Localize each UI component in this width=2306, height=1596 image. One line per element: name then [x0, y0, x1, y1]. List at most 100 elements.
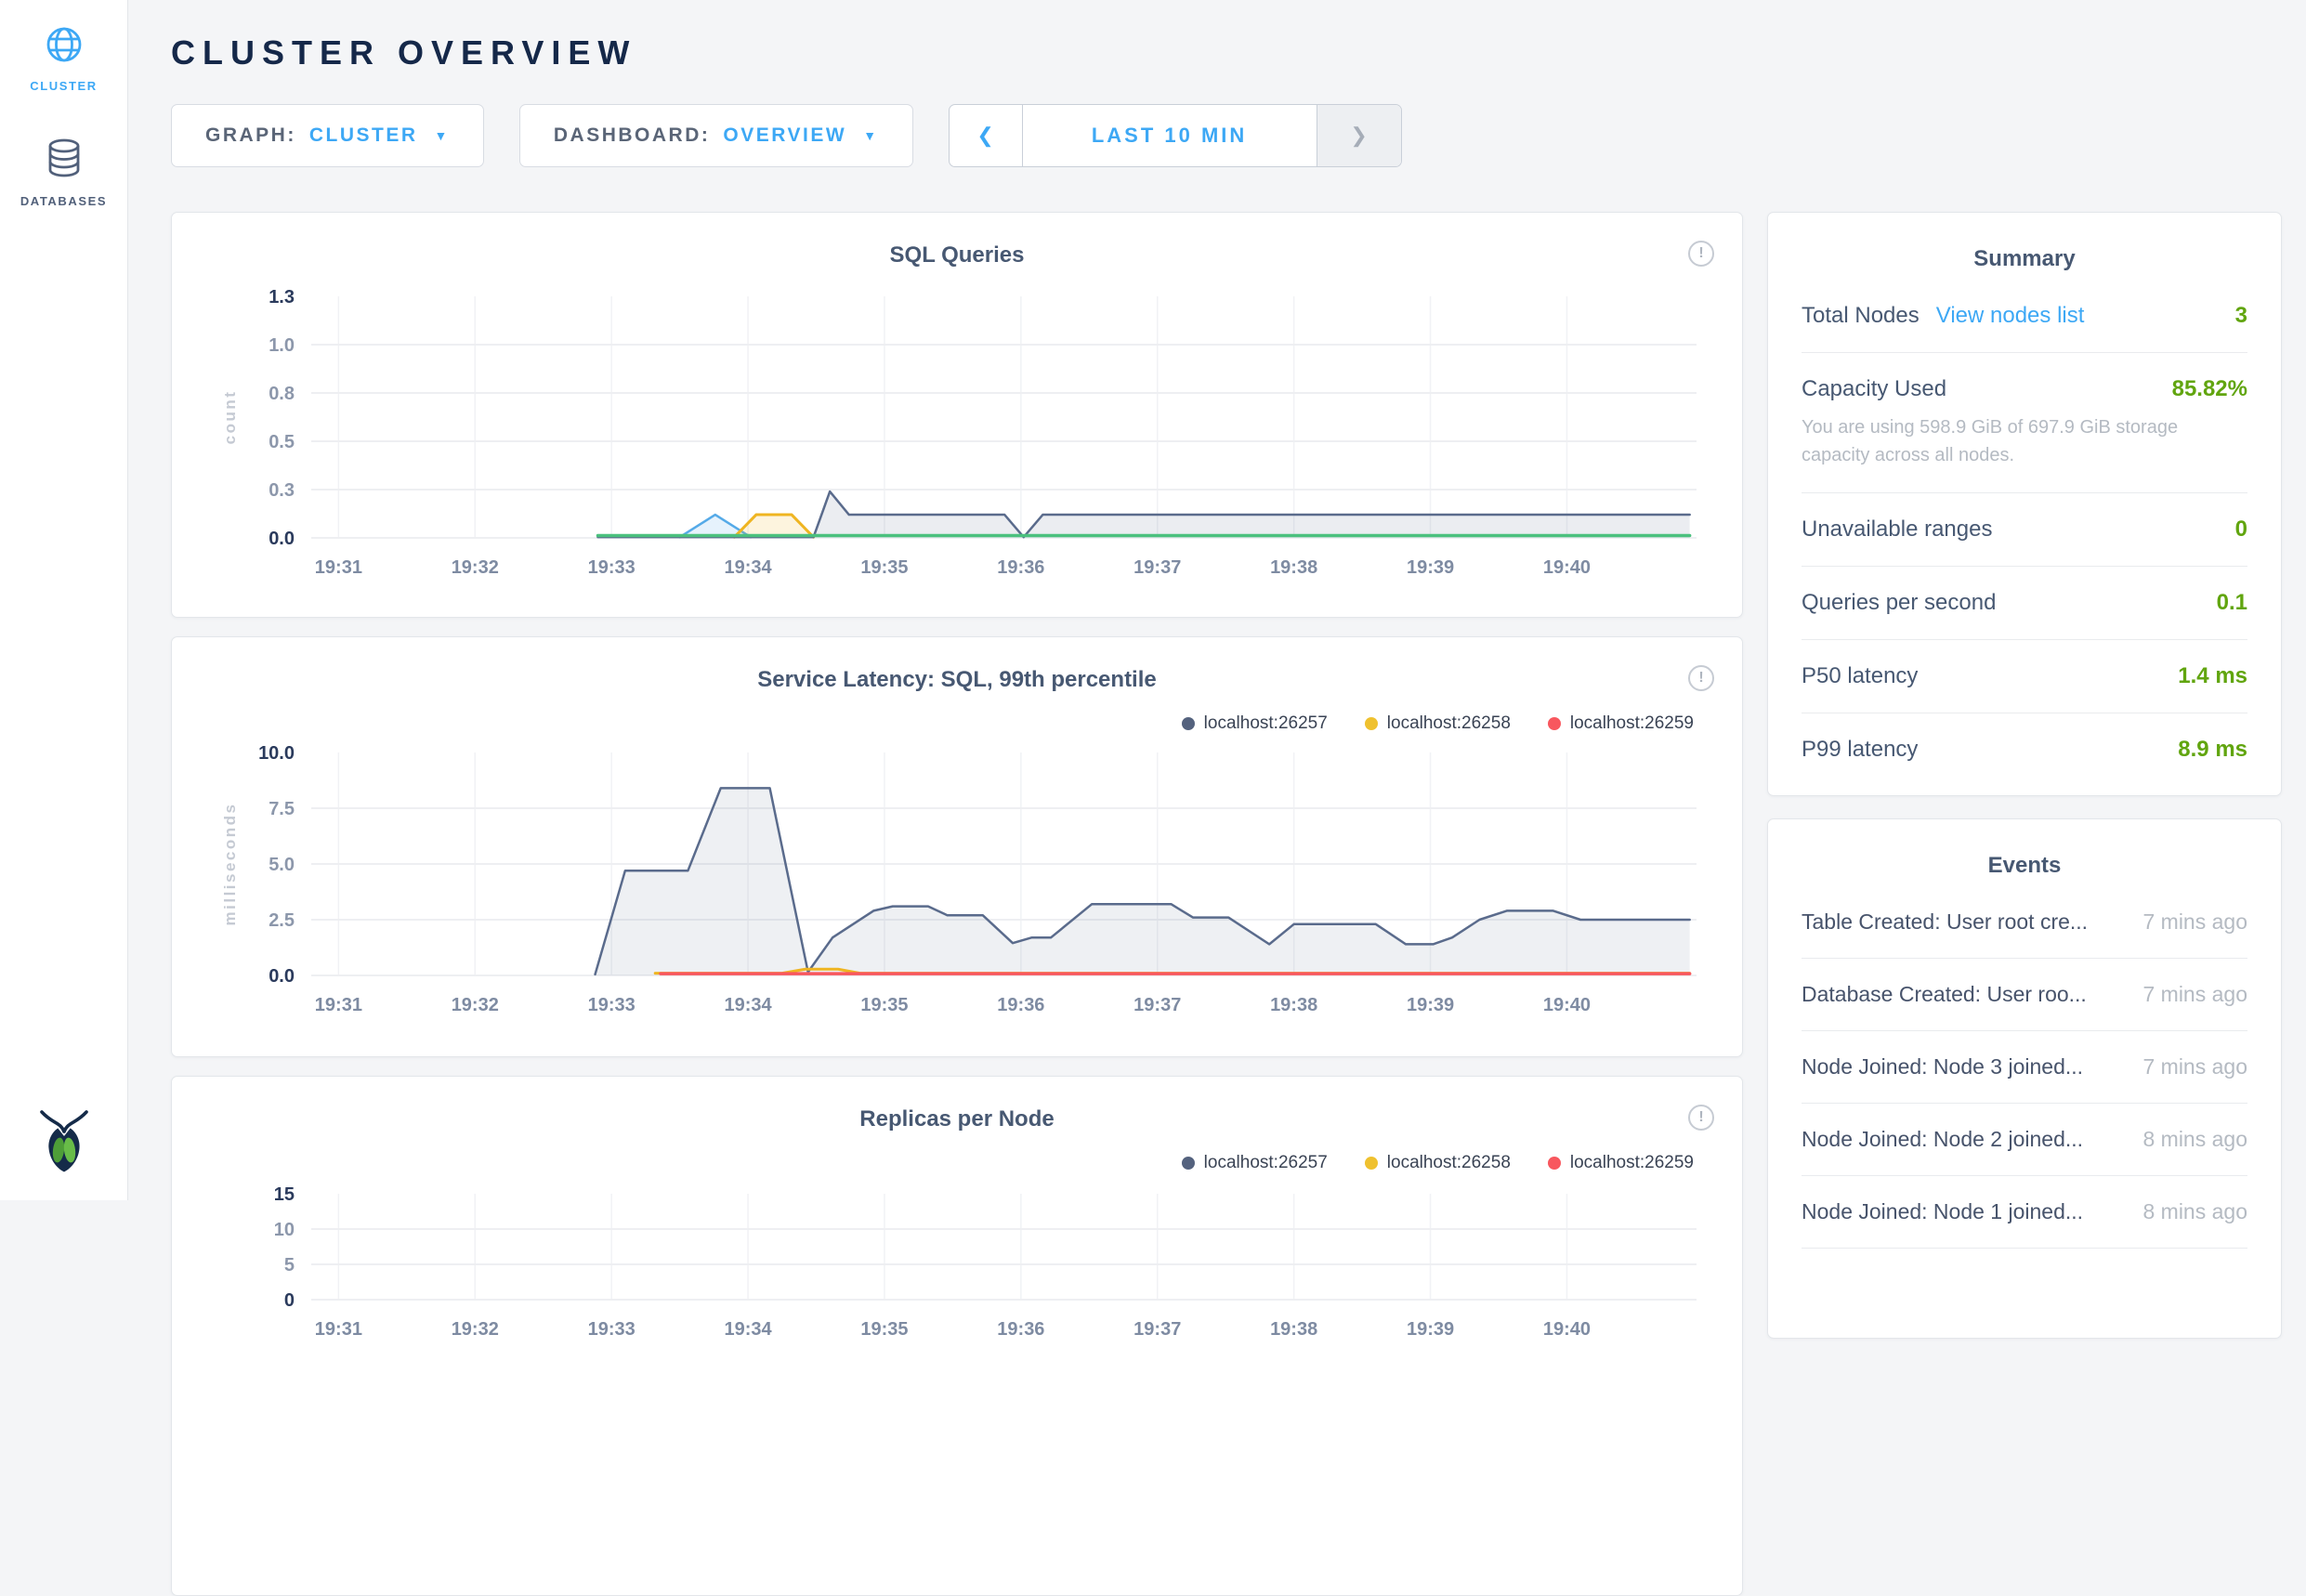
svg-text:1.0: 1.0 — [269, 335, 295, 356]
time-range-prev-button[interactable]: ❮ — [950, 105, 1023, 166]
legend-item[interactable]: localhost:26258 — [1365, 713, 1511, 734]
svg-text:19:37: 19:37 — [1133, 1319, 1181, 1340]
time-range-next-button[interactable]: ❯ — [1317, 105, 1401, 166]
svg-text:0.3: 0.3 — [269, 480, 295, 501]
capacity-label: Capacity Used — [1802, 376, 1946, 402]
legend-item[interactable]: localhost:26257 — [1182, 1153, 1328, 1173]
event-time: 8 mins ago — [2142, 1199, 2247, 1224]
sidebar: CLUSTER DATABASES — [0, 0, 128, 1200]
svg-text:0: 0 — [284, 1290, 295, 1311]
svg-text:5.0: 5.0 — [269, 855, 295, 875]
event-title: Node Joined: Node 1 joined... — [1802, 1199, 2083, 1224]
sidebar-item-cluster[interactable]: CLUSTER — [0, 24, 127, 93]
svg-text:19:33: 19:33 — [588, 1319, 635, 1340]
svg-text:19:39: 19:39 — [1407, 995, 1454, 1015]
svg-text:19:32: 19:32 — [452, 1319, 499, 1340]
legend-item[interactable]: localhost:26257 — [1182, 713, 1328, 734]
event-row: Node Joined: Node 2 joined... 8 mins ago — [1802, 1104, 2247, 1176]
graph-dropdown[interactable]: GRAPH: CLUSTER ▼ — [171, 104, 484, 167]
summary-row-total-nodes: Total Nodes View nodes list 3 — [1802, 280, 2247, 353]
chart-card-replicas-per-node: Replicas per Node!localhost:26257localho… — [171, 1076, 1743, 1596]
side-column: Summary Total Nodes View nodes list 3 Ca… — [1767, 212, 2282, 1339]
svg-text:0.5: 0.5 — [269, 432, 295, 452]
page-title: CLUSTER OVERVIEW — [171, 33, 2282, 72]
time-range-value[interactable]: LAST 10 MIN — [1023, 105, 1317, 166]
legend-dot-icon — [1365, 717, 1378, 730]
chart-card-service-latency: Service Latency: SQL, 99th percentile! lo… — [171, 636, 1743, 1057]
dashboard-dropdown-value: OVERVIEW — [723, 124, 846, 147]
legend-label: localhost:26259 — [1570, 1153, 1694, 1173]
summary-panel: Summary Total Nodes View nodes list 3 Ca… — [1767, 212, 2282, 796]
svg-text:19:36: 19:36 — [997, 557, 1044, 578]
info-icon[interactable]: ! — [1688, 665, 1714, 691]
legend-label: localhost:26258 — [1387, 713, 1511, 734]
legend-item[interactable]: localhost:26259 — [1548, 1153, 1694, 1173]
summary-row-label: Unavailable ranges — [1802, 517, 1992, 543]
event-title: Database Created: User roo... — [1802, 982, 2087, 1007]
chart-legend: localhost:26257 localhost:26258 localhost:… — [198, 713, 1694, 734]
chart-card-sql-queries: SQL Queries!1.31.00.80.50.30.0count19:31… — [171, 212, 1743, 618]
cockroachdb-logo-icon — [35, 1106, 93, 1178]
legend-label: localhost:26259 — [1570, 713, 1694, 734]
svg-text:19:34: 19:34 — [724, 557, 772, 578]
summary-row-value: 1.4 ms — [2178, 663, 2247, 689]
svg-text:19:36: 19:36 — [997, 995, 1044, 1015]
capacity-caption: You are using 598.9 GiB of 697.9 GiB sto… — [1802, 413, 2220, 469]
graph-dropdown-value: CLUSTER — [309, 124, 418, 147]
svg-text:19:32: 19:32 — [452, 557, 499, 578]
view-nodes-list-link[interactable]: View nodes list — [1936, 303, 2085, 329]
event-title: Node Joined: Node 2 joined... — [1802, 1127, 2083, 1152]
chart-title: Replicas per Node — [198, 1106, 1716, 1132]
info-icon[interactable]: ! — [1688, 241, 1714, 267]
svg-text:milliseconds: milliseconds — [221, 803, 239, 926]
svg-text:19:35: 19:35 — [860, 995, 908, 1015]
event-time: 7 mins ago — [2142, 1054, 2247, 1079]
events-heading: Events — [1802, 853, 2247, 879]
sidebar-item-databases[interactable]: DATABASES — [0, 137, 127, 208]
svg-text:19:39: 19:39 — [1407, 557, 1454, 578]
total-nodes-label: Total Nodes — [1802, 303, 1919, 329]
summary-row-value: 0 — [2235, 517, 2247, 543]
content-area: SQL Queries!1.31.00.80.50.30.0count19:31… — [171, 212, 2282, 1596]
event-time: 7 mins ago — [2142, 982, 2247, 1007]
time-range-selector: ❮ LAST 10 MIN ❯ — [949, 104, 1402, 167]
event-time: 7 mins ago — [2142, 909, 2247, 935]
legend-item[interactable]: localhost:26258 — [1365, 1153, 1511, 1173]
chart-title: Service Latency: SQL, 99th percentile — [198, 667, 1716, 693]
svg-text:15: 15 — [274, 1184, 295, 1205]
svg-text:19:39: 19:39 — [1407, 1319, 1454, 1340]
svg-text:19:38: 19:38 — [1270, 557, 1317, 578]
dashboard-dropdown[interactable]: DASHBOARD: OVERVIEW ▼ — [519, 104, 913, 167]
summary-row-value: 0.1 — [2217, 590, 2247, 616]
svg-text:5: 5 — [284, 1255, 295, 1275]
svg-text:19:31: 19:31 — [315, 995, 362, 1015]
svg-text:19:35: 19:35 — [860, 557, 908, 578]
main-content: CLUSTER OVERVIEW GRAPH: CLUSTER ▼ DASHBO… — [128, 0, 2306, 1200]
svg-text:2.5: 2.5 — [269, 910, 295, 931]
globe-icon — [44, 53, 85, 69]
svg-text:19:37: 19:37 — [1133, 995, 1181, 1015]
legend-item[interactable]: localhost:26259 — [1548, 713, 1694, 734]
chevron-left-icon: ❮ — [976, 124, 993, 148]
sidebar-item-label: DATABASES — [0, 194, 127, 208]
charts-column: SQL Queries!1.31.00.80.50.30.0count19:31… — [171, 212, 1743, 1596]
chart-title: SQL Queries — [198, 242, 1716, 268]
legend-label: localhost:26258 — [1387, 1153, 1511, 1173]
summary-row-label: P50 latency — [1802, 663, 1918, 689]
legend-dot-icon — [1365, 1157, 1378, 1170]
chart-plot: 1.31.00.80.50.30.0count19:3119:3219:3319… — [198, 283, 1717, 590]
info-icon[interactable]: ! — [1688, 1105, 1714, 1131]
chart-plot: 15105019:3119:3219:3319:3419:3519:3619:3… — [198, 1181, 1717, 1552]
event-title: Table Created: User root cre... — [1802, 909, 2088, 935]
svg-text:1.3: 1.3 — [269, 287, 295, 307]
svg-text:19:33: 19:33 — [588, 557, 635, 578]
summary-row-queries-per-second: Queries per second 0.1 — [1802, 567, 2247, 640]
event-time: 8 mins ago — [2142, 1127, 2247, 1152]
event-row: Table Created: User root cre... 7 mins a… — [1802, 886, 2247, 959]
database-icon — [45, 168, 84, 184]
chart-legend: localhost:26257 localhost:26258 localhost:… — [198, 1153, 1694, 1173]
legend-label: localhost:26257 — [1204, 713, 1328, 734]
svg-text:19:35: 19:35 — [860, 1319, 908, 1340]
svg-text:19:40: 19:40 — [1543, 995, 1591, 1015]
summary-heading: Summary — [1802, 246, 2247, 272]
